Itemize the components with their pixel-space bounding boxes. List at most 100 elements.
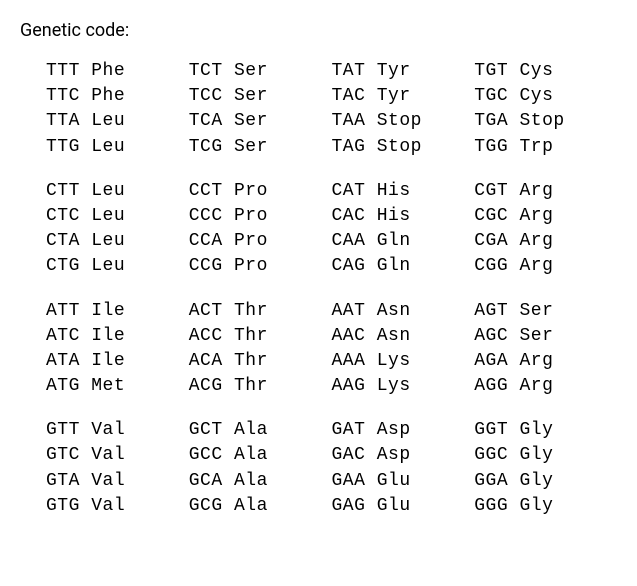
codon-triplet: GGA	[474, 471, 508, 491]
amino-acid: Arg	[519, 256, 553, 276]
codon-triplet: TCT	[189, 61, 223, 81]
codon-cell: CTT Leu	[46, 179, 189, 204]
codon-triplet: AAT	[332, 301, 366, 321]
codon-cell: CGA Arg	[474, 229, 617, 254]
codon-triplet: TCA	[189, 111, 223, 131]
codon-triplet: CCC	[189, 206, 223, 226]
codon-row: ATC IleACC ThrAAC AsnAGC Ser	[46, 324, 617, 349]
amino-acid: Arg	[519, 206, 553, 226]
codon-triplet: TGC	[474, 86, 508, 106]
amino-acid: Stop	[377, 111, 422, 131]
codon-block: GTT ValGCT AlaGAT AspGGT GlyGTC ValGCC A…	[46, 418, 617, 519]
amino-acid: Pro	[234, 181, 268, 201]
amino-acid: Leu	[91, 231, 125, 251]
codon-triplet: AGC	[474, 326, 508, 346]
page-title: Genetic code:	[20, 20, 617, 41]
amino-acid: Stop	[519, 111, 564, 131]
codon-cell: TCG Ser	[189, 135, 332, 160]
amino-acid: Ala	[234, 420, 268, 440]
codon-cell: AGT Ser	[474, 299, 617, 324]
codon-cell: AAT Asn	[332, 299, 475, 324]
amino-acid: Gly	[519, 496, 553, 516]
codon-triplet: GGC	[474, 445, 508, 465]
codon-cell: GTC Val	[46, 443, 189, 468]
amino-acid: Ala	[234, 471, 268, 491]
codon-triplet: CTA	[46, 231, 80, 251]
amino-acid: Cys	[519, 61, 553, 81]
codon-cell: TTT Phe	[46, 59, 189, 84]
codon-cell: GAA Glu	[332, 469, 475, 494]
codon-triplet: ACT	[189, 301, 223, 321]
codon-triplet: CTG	[46, 256, 80, 276]
codon-cell: CGC Arg	[474, 204, 617, 229]
codon-row: TTA LeuTCA SerTAA StopTGA Stop	[46, 109, 617, 134]
amino-acid: Ser	[234, 86, 268, 106]
amino-acid: Ser	[234, 111, 268, 131]
codon-row: TTG LeuTCG SerTAG StopTGG Trp	[46, 135, 617, 160]
amino-acid: Val	[91, 496, 125, 516]
codon-cell: CCT Pro	[189, 179, 332, 204]
codon-row: CTA LeuCCA ProCAA GlnCGA Arg	[46, 229, 617, 254]
amino-acid: Val	[91, 471, 125, 491]
codon-cell: GCC Ala	[189, 443, 332, 468]
codon-triplet: AAC	[332, 326, 366, 346]
codon-triplet: TCC	[189, 86, 223, 106]
codon-cell: TTC Phe	[46, 84, 189, 109]
codon-cell: GCT Ala	[189, 418, 332, 443]
amino-acid: Gly	[519, 471, 553, 491]
amino-acid: Cys	[519, 86, 553, 106]
codon-cell: AAG Lys	[332, 374, 475, 399]
codon-triplet: TCG	[189, 137, 223, 157]
codon-row: ATT IleACT ThrAAT AsnAGT Ser	[46, 299, 617, 324]
amino-acid: Arg	[519, 376, 553, 396]
amino-acid: Pro	[234, 256, 268, 276]
amino-acid: Ser	[234, 61, 268, 81]
codon-triplet: GCG	[189, 496, 223, 516]
codon-cell: ACG Thr	[189, 374, 332, 399]
codon-cell: AAC Asn	[332, 324, 475, 349]
codon-block: TTT PheTCT SerTAT TyrTGT CysTTC PheTCC S…	[46, 59, 617, 160]
amino-acid: Arg	[519, 181, 553, 201]
amino-acid: Ala	[234, 445, 268, 465]
codon-triplet: TGA	[474, 111, 508, 131]
codon-cell: GTA Val	[46, 469, 189, 494]
codon-cell: GGA Gly	[474, 469, 617, 494]
codon-cell: TAG Stop	[332, 135, 475, 160]
codon-triplet: CCG	[189, 256, 223, 276]
codon-triplet: CGT	[474, 181, 508, 201]
codon-cell: CAT His	[332, 179, 475, 204]
codon-triplet: AAA	[332, 351, 366, 371]
codon-triplet: CGC	[474, 206, 508, 226]
amino-acid: Leu	[91, 111, 125, 131]
codon-triplet: GGG	[474, 496, 508, 516]
codon-triplet: CGG	[474, 256, 508, 276]
codon-cell: AGA Arg	[474, 349, 617, 374]
codon-cell: CGG Arg	[474, 254, 617, 279]
codon-cell: ATT Ile	[46, 299, 189, 324]
codon-row: GTT ValGCT AlaGAT AspGGT Gly	[46, 418, 617, 443]
codon-triplet: GAT	[332, 420, 366, 440]
codon-triplet: CAT	[332, 181, 366, 201]
codon-triplet: GAA	[332, 471, 366, 491]
codon-row: GTA ValGCA AlaGAA GluGGA Gly	[46, 469, 617, 494]
codon-row: TTC PheTCC SerTAC TyrTGC Cys	[46, 84, 617, 109]
codon-row: ATA IleACA ThrAAA LysAGA Arg	[46, 349, 617, 374]
codon-cell: CTA Leu	[46, 229, 189, 254]
amino-acid: Phe	[91, 61, 125, 81]
codon-cell: ACA Thr	[189, 349, 332, 374]
codon-cell: TGA Stop	[474, 109, 617, 134]
amino-acid: Leu	[91, 137, 125, 157]
codon-block: ATT IleACT ThrAAT AsnAGT SerATC IleACC T…	[46, 299, 617, 400]
amino-acid: Lys	[377, 376, 411, 396]
amino-acid: Tyr	[377, 61, 411, 81]
amino-acid: Met	[91, 376, 125, 396]
codon-triplet: TAA	[332, 111, 366, 131]
codon-cell: CTC Leu	[46, 204, 189, 229]
codon-cell: AAA Lys	[332, 349, 475, 374]
amino-acid: Gly	[519, 420, 553, 440]
amino-acid: Thr	[234, 351, 268, 371]
codon-cell: GGG Gly	[474, 494, 617, 519]
codon-cell: CCC Pro	[189, 204, 332, 229]
codon-row: TTT PheTCT SerTAT TyrTGT Cys	[46, 59, 617, 84]
codon-cell: CGT Arg	[474, 179, 617, 204]
